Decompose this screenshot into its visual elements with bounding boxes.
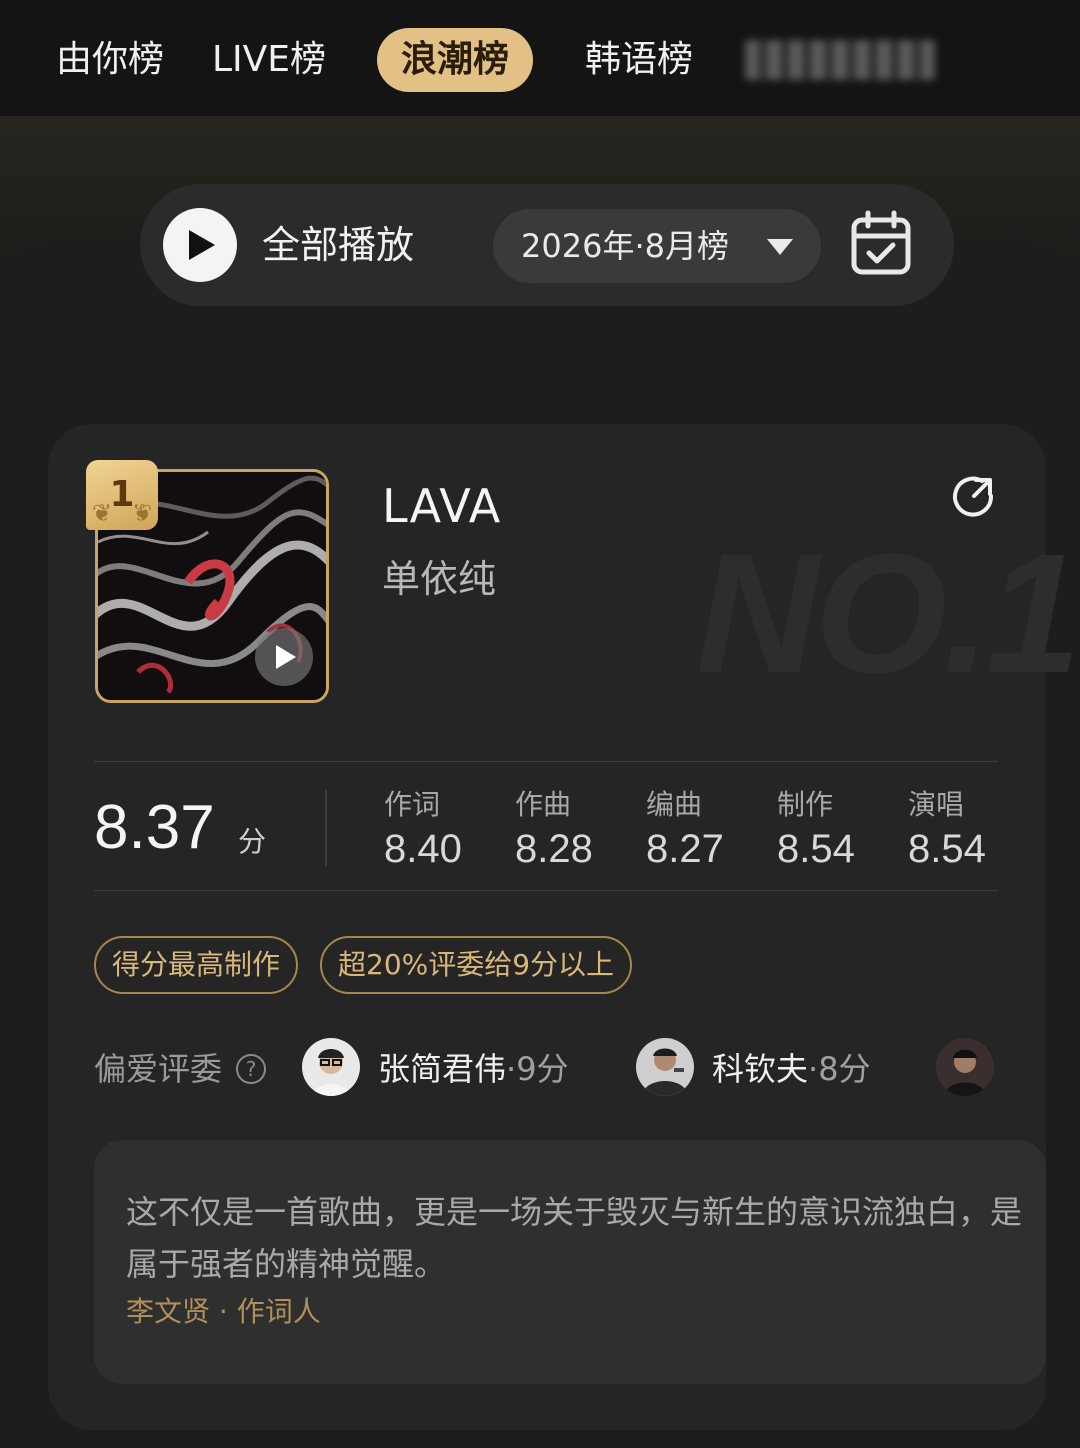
song-card: ❦ 1 ❦ NO.1 LAVA 单依纯 8.37 分 作词 8.40 作曲 8.… bbox=[48, 424, 1080, 1430]
period-value: 2026年·8月榜 bbox=[521, 227, 729, 265]
score-label: 制作 bbox=[777, 788, 834, 821]
help-icon[interactable]: ? bbox=[236, 1054, 266, 1084]
laurel-right-icon: ❦ bbox=[131, 499, 152, 527]
score-composition: 作曲 8.28 bbox=[515, 784, 635, 872]
judge-name: 张简君伟 bbox=[378, 1050, 507, 1088]
score-value: 8.28 bbox=[515, 827, 593, 871]
play-all-button[interactable] bbox=[163, 208, 237, 282]
total-score: 8.37 bbox=[94, 793, 215, 862]
divider bbox=[94, 890, 998, 891]
playback-toolbar: 全部播放 2026年·8月榜 bbox=[140, 184, 954, 306]
score-label: 作词 bbox=[384, 788, 441, 821]
caret-down-icon bbox=[765, 237, 795, 261]
artist-name[interactable]: 单依纯 bbox=[382, 552, 496, 606]
play-all-label[interactable]: 全部播放 bbox=[262, 220, 414, 270]
score-arrangement: 编曲 8.27 bbox=[646, 784, 766, 872]
avatar[interactable] bbox=[302, 1038, 360, 1096]
judge-score: ·8分 bbox=[808, 1050, 871, 1088]
review-comment: 这不仅是一首歌曲，更是一场关于毁灭与新生的意识流独白，是属于强者的精神觉醒。 李… bbox=[94, 1140, 1046, 1384]
rank-watermark: NO.1 bbox=[696, 519, 1080, 709]
laurel-left-icon: ❦ bbox=[92, 499, 113, 527]
score-label: 编曲 bbox=[646, 788, 703, 821]
tab-korean[interactable]: 韩语榜 bbox=[585, 28, 693, 92]
favorite-judges-label: 偏爱评委 bbox=[94, 1050, 223, 1088]
score-separator bbox=[325, 790, 327, 866]
score-lyrics: 作词 8.40 bbox=[384, 784, 504, 872]
score-value: 8.54 bbox=[777, 827, 855, 871]
tab-langchao[interactable]: 浪潮榜 bbox=[377, 28, 534, 92]
share-icon[interactable] bbox=[952, 474, 996, 522]
period-dropdown[interactable]: 2026年·8月榜 bbox=[493, 209, 821, 283]
comment-text: 这不仅是一首歌曲，更是一场关于毁灭与新生的意识流独白，是属于强者的精神觉醒。 bbox=[126, 1193, 1023, 1283]
tab-youni[interactable]: 由你榜 bbox=[56, 28, 164, 92]
highlight-tag: 得分最高制作 bbox=[94, 936, 299, 994]
judge-score: ·9分 bbox=[506, 1050, 569, 1088]
judge-item[interactable]: 科钦夫·8分 bbox=[712, 1044, 871, 1094]
divider bbox=[94, 761, 998, 762]
comment-author[interactable]: 李文贤 · 作词人 bbox=[126, 1292, 321, 1332]
rank-badge: ❦ 1 ❦ bbox=[86, 460, 158, 530]
chart-tabs: 由你榜 LIVE榜 浪潮榜 韩语榜 bbox=[0, 0, 1080, 116]
total-score-unit: 分 bbox=[238, 825, 267, 858]
score-vocals: 演唱 8.54 bbox=[908, 784, 1028, 872]
avatar[interactable] bbox=[936, 1038, 994, 1096]
judge-item[interactable]: 张简君伟·9分 bbox=[378, 1044, 569, 1094]
score-label: 作曲 bbox=[515, 788, 572, 821]
score-value: 8.27 bbox=[646, 827, 724, 871]
avatar[interactable] bbox=[636, 1038, 694, 1096]
tab-live[interactable]: LIVE榜 bbox=[212, 28, 326, 92]
song-title[interactable]: LAVA bbox=[382, 474, 501, 538]
calendar-check-icon[interactable] bbox=[850, 210, 912, 280]
rank-number: 1 bbox=[109, 474, 135, 515]
score-value: 8.54 bbox=[908, 827, 986, 871]
score-value: 8.40 bbox=[384, 827, 462, 871]
score-label: 演唱 bbox=[908, 788, 965, 821]
cover-play-button[interactable] bbox=[255, 628, 313, 686]
judge-name: 科钦夫 bbox=[712, 1050, 809, 1088]
highlight-tag: 超20%评委给9分以上 bbox=[320, 936, 633, 994]
tab-obscured[interactable] bbox=[745, 40, 935, 80]
score-production: 制作 8.54 bbox=[777, 784, 897, 872]
